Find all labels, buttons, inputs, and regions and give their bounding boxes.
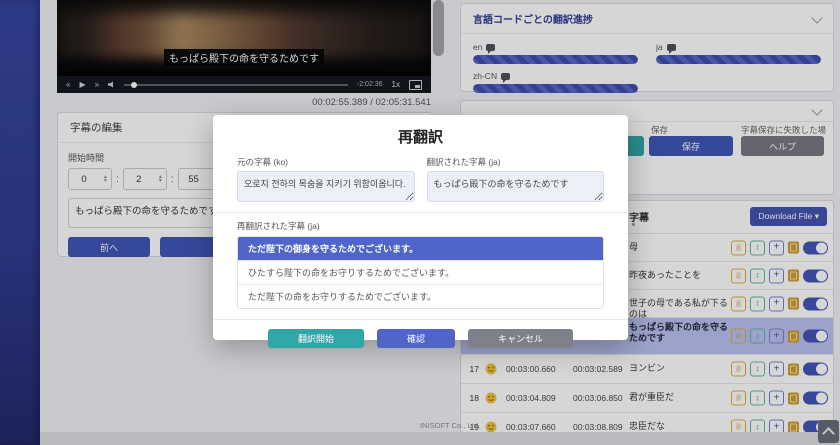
source-subtitle-field: 元の字幕 (ko) 오로지 전하의 목숨을 지키기 위함이옵니다. [237,156,415,202]
translated-subtitle-field: 翻訳された字幕 (ja) もっぱら殿下の命を守るためです [427,156,605,202]
modal-title: 再翻訳 [213,115,628,147]
translate-start-button[interactable]: 翻訳開始 [268,329,364,348]
retranslation-option[interactable]: ひたすら陛下の命をお守りするためでございます。 [238,261,603,285]
retranslate-modal: 再翻訳 元の字幕 (ko) 오로지 전하의 목숨을 지키기 위함이옵니다. 翻訳… [213,115,628,340]
divider [213,212,628,213]
app-canvas: もっぱら殿下の命を守るためです « ▶ » -2:02:36 1x 00:02:… [0,0,840,445]
confirm-button[interactable]: 確認 [377,329,455,348]
source-subtitle-label: 元の字幕 (ko) [237,156,415,168]
retranslation-option[interactable]: ただ陛下の命をお守りするためでございます。 [238,285,603,308]
translated-subtitle-label: 翻訳された字幕 (ja) [427,156,605,168]
retranslated-subtitle-label: 再翻訳された字幕 (ja) [213,220,628,232]
retranslation-option-selected[interactable]: ただ陛下の御身を守るためでございます。 [238,237,603,261]
cancel-button[interactable]: キャンセル [468,329,573,348]
translated-subtitle-input[interactable]: もっぱら殿下の命を守るためです [427,171,605,202]
source-subtitle-input[interactable]: 오로지 전하의 목숨을 지키기 위함이옵니다. [237,171,415,202]
divider [213,319,628,320]
retranslation-options: ただ陛下の御身を守るためでございます。 ひたすら陛下の命をお守りするためでござい… [237,236,604,309]
